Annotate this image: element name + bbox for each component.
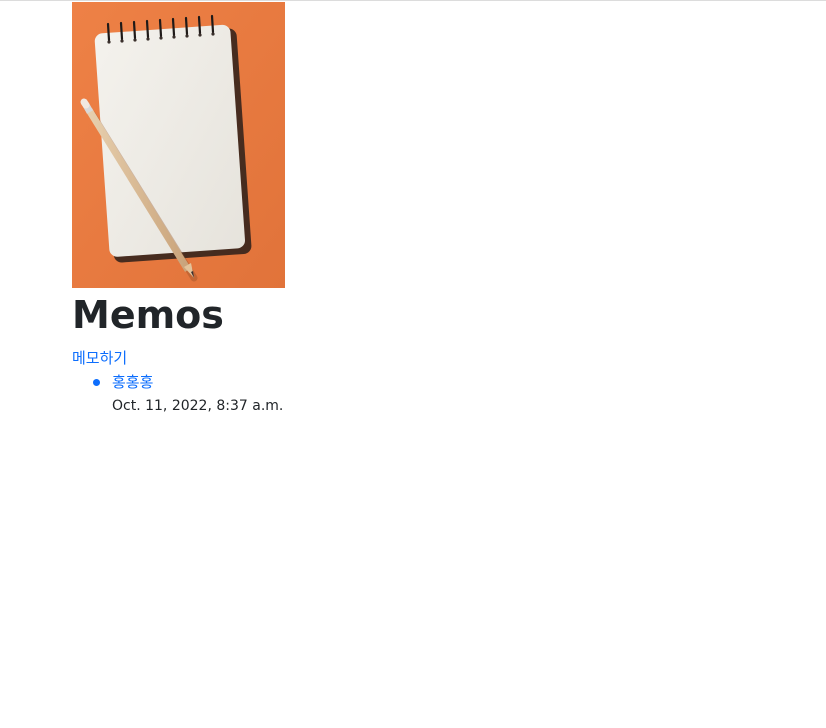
top-divider — [0, 0, 826, 1]
page-container: Memos 메모하기 홍홍홍 Oct. 11, 2022, 8:37 a.m. — [72, 2, 772, 416]
memo-date: Oct. 11, 2022, 8:37 a.m. — [112, 398, 284, 414]
notepad-hero-image — [72, 2, 285, 288]
bullet-icon — [93, 379, 100, 386]
page-title: Memos — [72, 293, 224, 337]
new-memo-link[interactable]: 메모하기 — [72, 348, 127, 368]
memo-list: 홍홍홍 Oct. 11, 2022, 8:37 a.m. — [72, 372, 772, 416]
list-item: 홍홍홍 Oct. 11, 2022, 8:37 a.m. — [92, 372, 772, 416]
memo-title-link[interactable]: 홍홍홍 — [112, 372, 153, 392]
